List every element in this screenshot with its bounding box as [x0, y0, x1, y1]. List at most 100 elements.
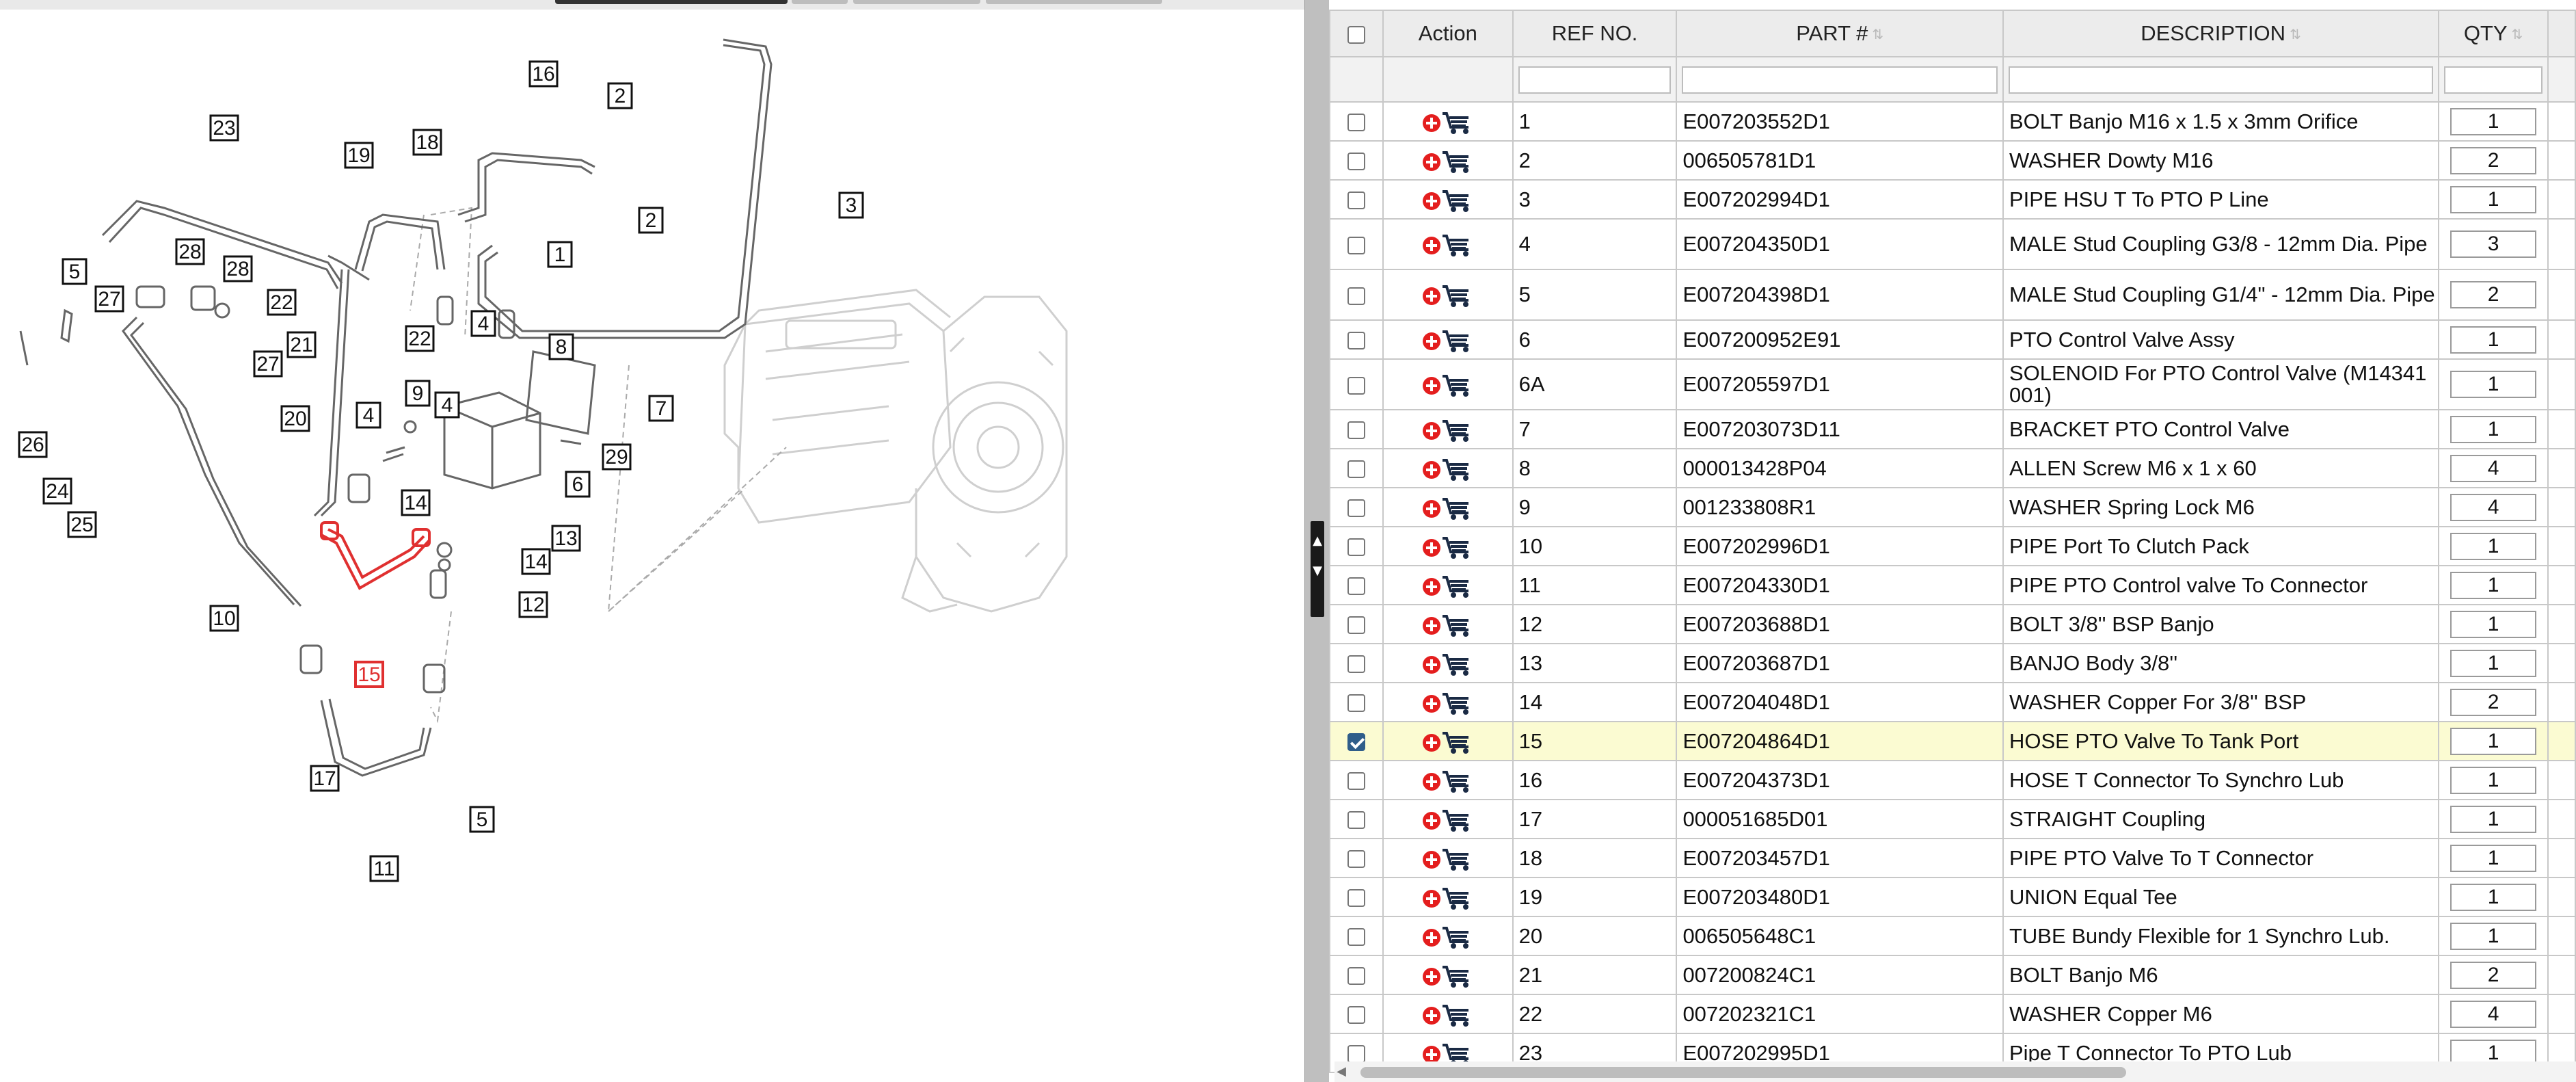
callout-1[interactable]: 1	[547, 241, 573, 268]
part-number-cell[interactable]: E007203687D1	[1676, 643, 2004, 683]
qty-input[interactable]: 1	[2450, 107, 2537, 135]
row-checkbox[interactable]	[1347, 967, 1365, 986]
part-number-cell[interactable]: 006505781D1	[1676, 140, 2004, 181]
callout-4[interactable]: 4	[434, 391, 460, 419]
select-all-checkbox[interactable]	[1347, 25, 1365, 44]
callout-2[interactable]: 2	[638, 207, 664, 234]
part-number-cell[interactable]: E007204330D1	[1676, 565, 2004, 605]
qty-input[interactable]: 2	[2450, 281, 2537, 308]
callout-13[interactable]: 13	[551, 525, 581, 552]
toolbar-tab[interactable]	[853, 0, 980, 4]
qty-input[interactable]: 1	[2450, 766, 2537, 794]
callout-2[interactable]: 2	[607, 82, 633, 109]
qty-input[interactable]: 1	[2450, 610, 2537, 638]
callout-23[interactable]: 23	[209, 114, 239, 142]
callout-7[interactable]: 7	[648, 395, 674, 422]
part-number-cell[interactable]: E007203073D11	[1676, 409, 2004, 449]
row-checkbox[interactable]	[1347, 236, 1365, 254]
row-checkbox[interactable]	[1347, 153, 1365, 171]
qty-input[interactable]: 1	[2450, 571, 2537, 599]
row-checkbox[interactable]	[1347, 1045, 1365, 1064]
column-header-ref[interactable]: REF NO.	[1512, 10, 1678, 57]
table-row[interactable]: 6A E007205597D1 SOLENOID For PTO Control V…	[1329, 358, 2576, 410]
add-to-cart-icon[interactable]	[1421, 962, 1475, 989]
add-to-cart-icon[interactable]	[1421, 845, 1475, 872]
row-checkbox[interactable]	[1347, 577, 1365, 596]
sort-arrows-icon[interactable]: ⇅	[2512, 26, 2523, 42]
qty-input[interactable]: 1	[2450, 326, 2537, 354]
callout-14[interactable]: 14	[401, 489, 431, 516]
table-row[interactable]: 17 000051685D01 STRAIGHT Coupling 1	[1329, 799, 2576, 839]
callout-17[interactable]: 17	[310, 765, 340, 792]
callout-20[interactable]: 20	[280, 405, 310, 432]
part-number-cell[interactable]: E007204350D1	[1676, 218, 2004, 270]
qty-input[interactable]: 2	[2450, 961, 2537, 989]
callout-9[interactable]: 9	[405, 380, 431, 407]
qty-input[interactable]: 1	[2450, 883, 2537, 911]
part-number-cell[interactable]: 000013428P04	[1676, 448, 2004, 488]
qty-input[interactable]: 4	[2450, 1000, 2537, 1028]
toolbar-tab[interactable]	[792, 0, 848, 4]
callout-6[interactable]: 6	[565, 471, 591, 498]
table-row[interactable]: 1 E007203552D1 BOLT Banjo M16 x 1.5 x 3mm …	[1329, 101, 2576, 142]
row-checkbox[interactable]	[1347, 114, 1365, 132]
add-to-cart-icon[interactable]	[1421, 806, 1475, 833]
table-row[interactable]: 2 006505781D1 WASHER Dowty M16 2	[1329, 140, 2576, 181]
part-number-cell[interactable]: E007202996D1	[1676, 526, 2004, 566]
qty-input[interactable]: 3	[2450, 230, 2537, 258]
callout-5[interactable]: 5	[62, 258, 88, 285]
part-number-cell[interactable]: E007204048D1	[1676, 682, 2004, 722]
part-number-cell[interactable]: 000051685D01	[1676, 799, 2004, 839]
part-number-cell[interactable]: E007203480D1	[1676, 877, 2004, 917]
part-number-cell[interactable]: E007205597D1	[1676, 358, 2004, 410]
row-checkbox[interactable]	[1347, 655, 1365, 674]
chevron-up-icon[interactable]: ▲	[1311, 533, 1324, 549]
callout-22[interactable]: 22	[267, 289, 297, 316]
row-checkbox[interactable]	[1347, 499, 1365, 518]
panel-splitter[interactable]: ▲ ▼	[1304, 0, 1330, 1082]
scrollbar-thumb[interactable]	[1360, 1067, 2126, 1078]
add-to-cart-icon[interactable]	[1421, 689, 1475, 716]
table-row[interactable]: 18 E007203457D1 PIPE PTO Valve To T Connec…	[1329, 838, 2576, 878]
add-to-cart-icon[interactable]	[1421, 494, 1475, 521]
row-checkbox[interactable]	[1347, 287, 1365, 305]
callout-4[interactable]: 4	[355, 401, 381, 429]
table-row[interactable]: 16 E007204373D1 HOSE T Connector To Synchr…	[1329, 760, 2576, 800]
add-to-cart-icon[interactable]	[1421, 533, 1475, 560]
callout-14[interactable]: 14	[521, 548, 551, 575]
sort-arrows-icon[interactable]: ⇅	[2290, 26, 2301, 42]
row-checkbox[interactable]	[1347, 889, 1365, 908]
callout-27[interactable]: 27	[253, 350, 283, 378]
callout-8[interactable]: 8	[548, 333, 574, 360]
row-checkbox[interactable]	[1347, 694, 1365, 713]
qty-input[interactable]: 1	[2450, 805, 2537, 833]
callout-28[interactable]: 28	[223, 255, 253, 282]
chevron-down-icon[interactable]: ▼	[1311, 564, 1324, 579]
qty-input[interactable]: 4	[2450, 454, 2537, 482]
table-row[interactable]: 20 006505648C1 TUBE Bundy Flexible for 1 S…	[1329, 916, 2576, 956]
callout-12[interactable]: 12	[518, 591, 548, 618]
part-number-cell[interactable]: 001233808R1	[1676, 487, 2004, 527]
callout-25[interactable]: 25	[67, 511, 97, 538]
table-row[interactable]: 5 E007204398D1 MALE Stud Coupling G1/4" - …	[1329, 269, 2576, 321]
qty-input[interactable]: 1	[2450, 922, 2537, 950]
callout-21[interactable]: 21	[286, 331, 317, 358]
add-to-cart-icon[interactable]	[1421, 884, 1475, 911]
add-to-cart-icon[interactable]	[1421, 108, 1475, 135]
table-row[interactable]: 8 000013428P04 ALLEN Screw M6 x 1 x 60 4	[1329, 448, 2576, 488]
add-to-cart-icon[interactable]	[1421, 416, 1475, 443]
part-number-cell[interactable]: E007203688D1	[1676, 604, 2004, 644]
row-checkbox[interactable]	[1347, 928, 1365, 947]
add-to-cart-icon[interactable]	[1421, 281, 1475, 308]
table-row[interactable]: 3 E007202994D1 PIPE HSU T To PTO P Line 1	[1329, 179, 2576, 220]
table-row[interactable]: 15 E007204864D1 HOSE PTO Valve To Tank Por…	[1329, 721, 2576, 761]
add-to-cart-icon[interactable]	[1421, 611, 1475, 638]
part-number-cell[interactable]: E007200952E91	[1676, 319, 2004, 360]
qty-input[interactable]: 4	[2450, 493, 2537, 521]
add-to-cart-icon[interactable]	[1421, 230, 1475, 258]
add-to-cart-icon[interactable]	[1421, 371, 1475, 398]
part-number-cell[interactable]: E007202994D1	[1676, 179, 2004, 220]
row-checkbox[interactable]	[1347, 421, 1365, 440]
callout-27[interactable]: 27	[94, 285, 124, 313]
table-row[interactable]: 14 E007204048D1 WASHER Copper For 3/8'' BS…	[1329, 682, 2576, 722]
